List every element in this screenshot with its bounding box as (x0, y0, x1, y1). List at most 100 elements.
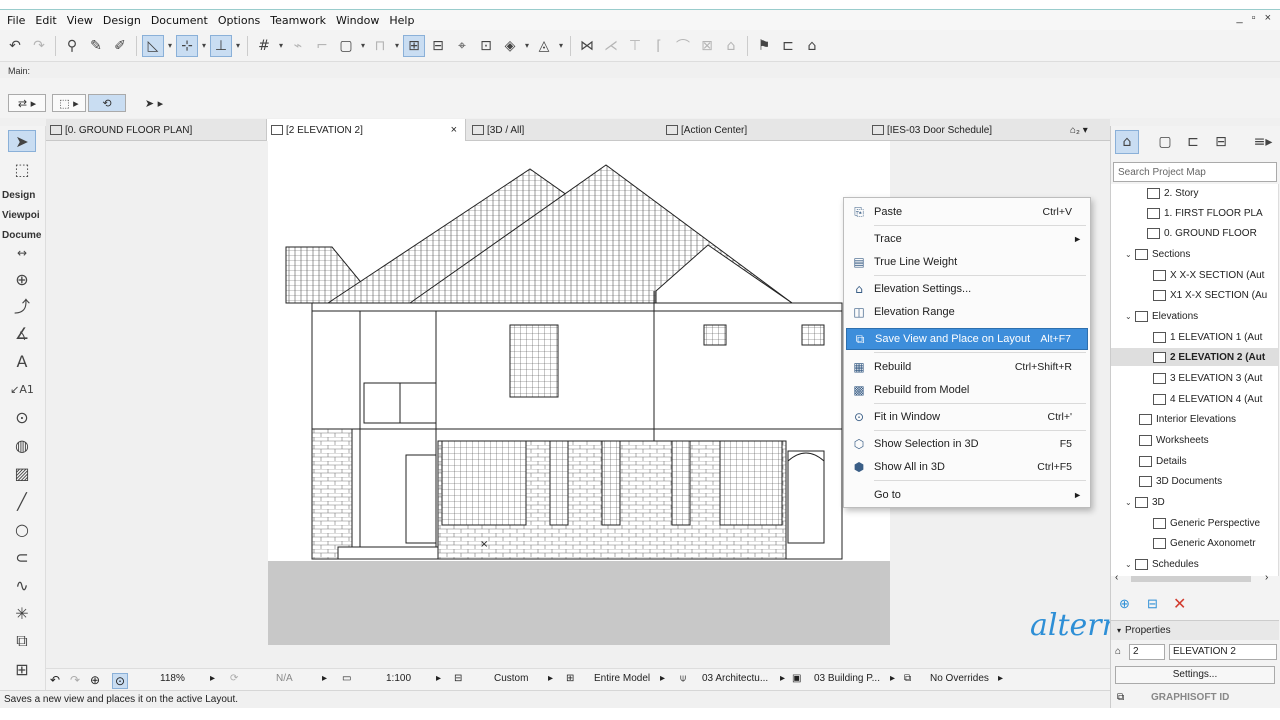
geometry-method-icon[interactable]: ⇄ ▸ (8, 94, 46, 112)
menu-item-elevation-settings[interactable]: ⌂ Elevation Settings... (846, 278, 1088, 300)
menu-view[interactable]: View (64, 14, 100, 27)
properties-header[interactable]: ▾ Properties (1111, 620, 1279, 640)
chevron-right-icon[interactable]: ▸ (890, 673, 895, 684)
suspend-groups-icon[interactable]: ⌁ (287, 35, 309, 57)
chevron-right-icon[interactable]: ▸ (660, 673, 665, 684)
tree-item[interactable]: Details (1139, 452, 1187, 470)
render-icon[interactable]: ◈ (499, 35, 521, 57)
angle-value[interactable]: N/A (276, 673, 293, 684)
menu-options[interactable]: Options (215, 14, 267, 27)
project-map-icon[interactable]: ⌂ (1115, 130, 1139, 154)
menu-item-trace[interactable]: Trace ► (846, 228, 1088, 250)
polyline-tool-icon[interactable]: ⊂ (8, 546, 36, 568)
panel-icon[interactable]: ⧉ (1117, 692, 1124, 703)
menu-item-paste[interactable]: ⎘ Paste Ctrl+V (846, 201, 1088, 223)
menu-item-rebuild[interactable]: ▦ Rebuild Ctrl+Shift+R (846, 356, 1088, 378)
graphisoft-id[interactable]: GRAPHISOFT ID (1151, 692, 1229, 703)
home-icon[interactable]: ⌂ (801, 35, 823, 57)
tab-ground-floor-plan[interactable]: [0. GROUND FLOOR PLAN] (50, 119, 270, 141)
menu-file[interactable]: File (4, 14, 32, 27)
figure-tool-icon[interactable]: ⧉ (8, 630, 36, 652)
tree-item[interactable]: 3D Documents (1139, 472, 1222, 490)
chevron-down-icon[interactable]: ▾ (557, 41, 565, 50)
project-map-search[interactable] (1113, 162, 1277, 182)
chevron-right-icon[interactable]: ▸ (998, 673, 1003, 684)
fill-tool-icon[interactable]: ▨ (8, 462, 36, 484)
line-tool-icon[interactable]: ╱ (8, 490, 36, 512)
menu-help[interactable]: Help (386, 14, 421, 27)
design-frame-icon[interactable]: ⊡ (475, 35, 497, 57)
tab-list-dropdown[interactable]: ⌂₂ ▾ (1070, 119, 1106, 141)
undo-icon[interactable]: ↶ (4, 35, 26, 57)
chevron-down-icon[interactable]: ▾ (234, 41, 242, 50)
cross-icon[interactable]: ⌖ (451, 35, 473, 57)
chevron-down-icon[interactable]: ▾ (393, 41, 401, 50)
tree-item[interactable]: 1. FIRST FLOOR PLA (1147, 204, 1263, 222)
tab-door-schedule[interactable]: [IES-03 Door Schedule] (872, 119, 1062, 141)
menu-edit[interactable]: Edit (32, 14, 63, 27)
tree-item[interactable]: Worksheets (1139, 431, 1209, 449)
chevron-right-icon[interactable]: ▸ (548, 673, 553, 684)
roof-icon[interactable]: ⌂ (720, 35, 742, 57)
menu-item-show-all-3d[interactable]: ⬢ Show All in 3D Ctrl+F5 (846, 456, 1088, 478)
view-map-icon[interactable]: ▢ (1153, 130, 1177, 154)
publisher-icon[interactable]: ⊟ (1209, 130, 1233, 154)
menu-teamwork[interactable]: Teamwork (267, 14, 333, 27)
zoom-level[interactable]: 118% (160, 673, 185, 684)
redo-icon[interactable]: ↷ (28, 35, 50, 57)
circle-tool-icon[interactable]: ○ (8, 518, 36, 540)
spline-tool-icon[interactable]: ∿ (8, 574, 36, 596)
chevron-right-icon[interactable]: ▸ (210, 673, 215, 684)
menu-item-go-to[interactable]: Go to ► (846, 484, 1088, 506)
pick-up-icon[interactable]: ⚲ (61, 35, 83, 57)
lock-icon[interactable]: ⊓ (369, 35, 391, 57)
tab-elevation-2[interactable]: [2 ELEVATION 2] × (266, 119, 466, 141)
tree-item-elevations[interactable]: ⌄ Elevations (1125, 307, 1198, 325)
elevation-dimension-icon[interactable]: ⤴ (8, 294, 36, 316)
drawing-tool-icon[interactable]: ⊞ (8, 658, 36, 680)
intersect-icon[interactable]: ⊠ (696, 35, 718, 57)
fillet-icon[interactable]: ⌒ (672, 35, 694, 57)
tree-item[interactable]: 4 ELEVATION 4 (Aut (1153, 390, 1262, 408)
adjust-icon[interactable]: ⌈ (648, 35, 670, 57)
mesh-tool-icon[interactable]: ◍ (8, 434, 36, 456)
marquee-method-icon[interactable]: ⬚ ▸ (52, 94, 86, 112)
tree-item[interactable]: Generic Perspective (1153, 514, 1260, 532)
hotspot-tool-icon[interactable]: ✳ (8, 602, 36, 624)
menu-item-true-line-weight[interactable]: ▤ True Line Weight (846, 251, 1088, 273)
tree-item-schedules[interactable]: ⌄ Schedules (1125, 555, 1199, 573)
tree-item[interactable]: 0. GROUND FLOOR (1147, 224, 1257, 242)
scroll-left-icon[interactable]: ‹ (1115, 572, 1118, 583)
window-controls[interactable]: _ ▫ × (1236, 12, 1274, 24)
chevron-down-icon[interactable]: ▾ (277, 41, 285, 50)
menu-item-rebuild-from-model[interactable]: ▩ Rebuild from Model (846, 379, 1088, 401)
tree-item[interactable]: 3 ELEVATION 3 (Aut (1153, 369, 1262, 387)
chevron-right-icon[interactable]: ▸ (780, 673, 785, 684)
section-icon[interactable]: ⊟ (427, 35, 449, 57)
angle-dimension-icon[interactable]: ∡ (8, 322, 36, 344)
tree-item-sections[interactable]: ⌄ Sections (1125, 245, 1190, 263)
graphic-override-value[interactable]: No Overrides (930, 673, 989, 684)
options-menu-icon[interactable]: ≡▸ (1251, 130, 1275, 154)
tree-item[interactable]: X X-X SECTION (Aut (1153, 266, 1264, 284)
eyedropper-icon[interactable]: ✎ (85, 35, 107, 57)
gravity-icon[interactable]: ⊥ (210, 34, 232, 57)
chevron-down-icon[interactable]: ▾ (200, 41, 208, 50)
rotate-method-icon[interactable]: ⟲ (88, 94, 126, 112)
prop-id-field[interactable]: 2 (1129, 644, 1165, 660)
menu-window[interactable]: Window (333, 14, 386, 27)
tree-item-selected[interactable]: 2 ELEVATION 2 (Aut (1111, 348, 1278, 366)
tree-item[interactable]: Interior Elevations (1139, 410, 1236, 428)
dimension-tool-icon[interactable]: ↔ (8, 242, 36, 264)
guide-lines-icon[interactable]: ◺ (142, 34, 164, 57)
inject-icon[interactable]: ✐ (109, 35, 131, 57)
menu-item-save-view-place-layout[interactable]: ⧉ Save View and Place on Layout Alt+F7 (846, 328, 1088, 350)
scroll-right-icon[interactable]: › (1265, 572, 1268, 583)
toolbox-section-document[interactable]: Docume (2, 230, 41, 241)
tree-item[interactable]: 2. Story (1147, 184, 1198, 202)
prop-name-field[interactable]: ELEVATION 2 (1169, 644, 1277, 660)
menu-design[interactable]: Design (100, 14, 148, 27)
tree-item[interactable]: X1 X-X SECTION (Au (1153, 286, 1267, 304)
fit-window-icon[interactable]: ⊙ (112, 673, 129, 689)
label-tool-icon[interactable]: ↙A1 (8, 378, 36, 400)
